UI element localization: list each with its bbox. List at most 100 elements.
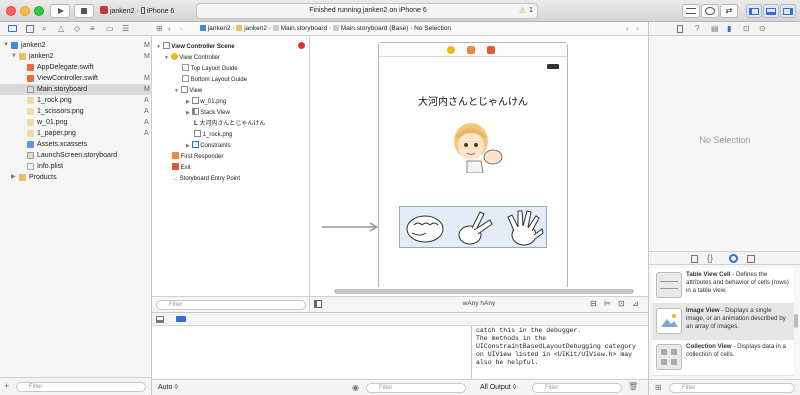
- stack-icon[interactable]: ⊟: [590, 299, 597, 308]
- error-badge-icon[interactable]: [298, 42, 305, 49]
- console-filter-input[interactable]: Filter: [532, 383, 622, 393]
- outline-item-image-view[interactable]: 1_rock.png: [194, 130, 232, 140]
- warning-icon[interactable]: ⚠: [519, 6, 526, 15]
- title-label[interactable]: 大河内さんとじゃんけん: [379, 93, 567, 108]
- library-item-selected[interactable]: Image View - Displays a single image, or…: [652, 304, 794, 340]
- disclosure-open-icon[interactable]: ▼: [174, 88, 179, 94]
- nav-item-file[interactable]: LaunchScreen.storyboard: [0, 150, 152, 161]
- nav-item-file[interactable]: Assets.xcassets: [0, 139, 152, 150]
- library-scrollbar[interactable]: [794, 314, 798, 328]
- outline-item-constraints[interactable]: ▶ Constraints: [186, 141, 231, 151]
- attributes-inspector-icon[interactable]: ▮: [727, 24, 731, 33]
- outline-item-view[interactable]: ▼ View: [174, 86, 202, 96]
- standard-editor-button[interactable]: [682, 4, 700, 18]
- paper-hand-image[interactable]: [504, 209, 544, 247]
- resolve-issues-icon[interactable]: ⊿: [632, 299, 639, 308]
- scissors-hand-image[interactable]: [454, 210, 494, 246]
- outline-item-scene[interactable]: ▼ View Controller Scene: [156, 42, 235, 52]
- version-editor-button[interactable]: ⇄: [720, 4, 738, 18]
- disclosure-closed-icon[interactable]: ▶: [186, 143, 190, 149]
- library-item[interactable]: Table View Cell - Defines the attributes…: [652, 268, 794, 304]
- toggle-debug-area-button[interactable]: [763, 4, 779, 18]
- disclosure-closed-icon[interactable]: ▶: [11, 172, 16, 183]
- symbol-navigator-icon[interactable]: [26, 25, 34, 33]
- breadcrumb-item[interactable]: No Selection: [414, 25, 451, 32]
- issue-next-icon[interactable]: ›: [636, 24, 639, 33]
- related-items-icon[interactable]: ⊞: [156, 24, 163, 33]
- nav-item-file[interactable]: ViewController.swift M: [0, 73, 152, 84]
- entry-point-arrow-icon[interactable]: [322, 222, 382, 232]
- folder-icon[interactable]: [8, 25, 17, 32]
- outline-item-entry-point[interactable]: → Storyboard Entry Point: [172, 174, 240, 184]
- nav-item-file-selected[interactable]: Main.storyboard M: [0, 84, 152, 95]
- nav-item-group[interactable]: ▶ Products: [0, 172, 152, 183]
- first-responder-icon[interactable]: [467, 46, 475, 54]
- stack-view[interactable]: [399, 206, 547, 248]
- disclosure-open-icon[interactable]: ▼: [3, 40, 9, 51]
- nav-item-file[interactable]: AppDelegate.swift: [0, 62, 152, 73]
- variables-filter-input[interactable]: Filter: [366, 383, 466, 393]
- add-icon[interactable]: +: [4, 381, 9, 391]
- outline-item-first-responder[interactable]: First Responder: [172, 152, 223, 162]
- navigator-filter-input[interactable]: Filter: [16, 382, 146, 392]
- nav-item-file[interactable]: w_01.png A: [0, 117, 152, 128]
- outline-item-exit[interactable]: Exit: [172, 163, 191, 173]
- close-window-button[interactable]: [6, 6, 16, 16]
- horizontal-scrollbar[interactable]: [334, 289, 634, 294]
- library-filter-input[interactable]: Filter: [669, 383, 795, 393]
- object-library-icon[interactable]: [729, 254, 738, 263]
- forward-arrow-icon[interactable]: ›: [180, 24, 183, 33]
- stop-button[interactable]: [74, 4, 94, 18]
- outline-item-bottom-layout-guide[interactable]: Bottom Layout Guide: [182, 75, 247, 85]
- connections-inspector-icon[interactable]: ⊙: [759, 24, 766, 33]
- outline-item-top-layout-guide[interactable]: Top Layout Guide: [182, 64, 238, 74]
- minimize-window-button[interactable]: [20, 6, 30, 16]
- breadcrumb-item[interactable]: janken2: [208, 25, 231, 32]
- breadcrumb-item[interactable]: Main.storyboard: [281, 25, 328, 32]
- hide-debug-area-icon[interactable]: [156, 316, 164, 323]
- nav-item-file[interactable]: 1_scissors.png A: [0, 106, 152, 117]
- disclosure-open-icon[interactable]: ▼: [11, 51, 17, 62]
- debug-navigator-icon[interactable]: ≡: [90, 24, 95, 33]
- back-arrow-icon[interactable]: ‹: [168, 24, 171, 33]
- disclosure-closed-icon[interactable]: ▶: [186, 99, 190, 105]
- toggle-utilities-button[interactable]: [780, 4, 796, 18]
- view-controller-frame[interactable]: 大河内さんとじゃんけん: [378, 42, 568, 287]
- test-navigator-icon[interactable]: ◇: [74, 24, 80, 33]
- disclosure-closed-icon[interactable]: ▶: [186, 110, 190, 116]
- report-navigator-icon[interactable]: ☰: [122, 24, 129, 33]
- quick-help-icon[interactable]: ?: [695, 24, 699, 33]
- grid-view-icon[interactable]: ⊞: [655, 383, 662, 392]
- issue-navigator-icon[interactable]: △: [58, 24, 64, 33]
- quick-look-icon[interactable]: ◉: [352, 383, 359, 392]
- file-template-icon[interactable]: [691, 255, 698, 263]
- pin-icon[interactable]: ⊡: [618, 299, 625, 308]
- disclosure-open-icon[interactable]: ▼: [164, 55, 169, 61]
- outline-item-stack-view[interactable]: ▶ Stack View: [186, 108, 230, 118]
- breakpoint-navigator-icon[interactable]: ▭: [106, 24, 114, 33]
- nav-item-file[interactable]: 1_paper.png A: [0, 128, 152, 139]
- outline-item-image-view[interactable]: ▶ w_01.png: [186, 97, 226, 107]
- outline-item-label[interactable]: L 大河内さんとじゃんけん: [194, 119, 265, 129]
- trash-icon[interactable]: 🗑: [628, 382, 638, 391]
- variables-scope-selector[interactable]: Auto ◊: [158, 384, 178, 391]
- output-selector[interactable]: All Output ◊: [480, 384, 516, 391]
- disclosure-open-icon[interactable]: ▼: [156, 44, 161, 50]
- character-image[interactable]: [447, 119, 507, 173]
- breadcrumb-item[interactable]: janken2: [244, 25, 267, 32]
- breakpoint-toggle-icon[interactable]: [176, 316, 186, 322]
- rock-hand-image[interactable]: [404, 211, 446, 245]
- view-controller-icon[interactable]: [447, 46, 455, 54]
- run-button[interactable]: [50, 4, 70, 18]
- library-item[interactable]: Collection View - Displays data in a col…: [652, 340, 794, 376]
- breadcrumb-item[interactable]: Main.storyboard (Base): [341, 25, 409, 32]
- size-inspector-icon[interactable]: ⊡: [743, 24, 750, 33]
- align-icon[interactable]: ⊨: [604, 299, 611, 308]
- outline-filter-input[interactable]: Filter: [156, 300, 306, 310]
- size-class-selector[interactable]: wAny hAny: [310, 300, 648, 307]
- assistant-editor-button[interactable]: [701, 4, 719, 18]
- toggle-navigator-button[interactable]: [746, 4, 762, 18]
- search-icon[interactable]: ⌕: [42, 24, 46, 34]
- nav-item-file[interactable]: Info.plist: [0, 161, 152, 172]
- outline-item-view-controller[interactable]: ▼ View Controller: [164, 53, 220, 63]
